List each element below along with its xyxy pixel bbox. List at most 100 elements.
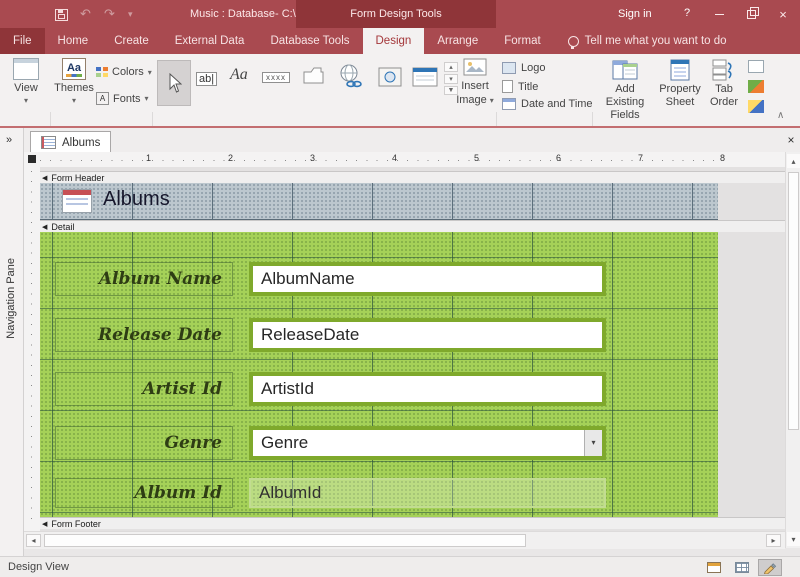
field-label-genre[interactable]: Genre xyxy=(55,426,233,460)
detail-section-label: Detail xyxy=(51,222,74,232)
fonts-button[interactable]: A Fonts ▾ xyxy=(96,92,149,105)
insert-image-button[interactable]: Insert Image ▾ xyxy=(458,58,492,106)
nav-pane-label: Navigation Pane xyxy=(5,258,17,339)
field-textbox-album-id[interactable]: AlbumId xyxy=(249,478,606,508)
ribbon: View ▾ Views Aa Themes ▾ Colors ▾ A Font… xyxy=(0,54,800,126)
restore-button[interactable] xyxy=(738,0,764,28)
vertical-scrollbar[interactable]: ▴ ▾ xyxy=(785,152,800,548)
document-tab-albums[interactable]: Albums xyxy=(30,131,111,153)
section-marker-icon: ◀ xyxy=(42,223,47,231)
logo-button[interactable]: Logo xyxy=(502,62,545,74)
collapse-ribbon-button[interactable]: ∧ xyxy=(777,110,784,121)
tell-me-box[interactable]: Tell me what you want to do xyxy=(554,28,727,54)
view-code-icon[interactable] xyxy=(748,100,764,113)
web-browser-control-button[interactable] xyxy=(412,67,438,87)
controls-scroll-up[interactable]: ▴ xyxy=(444,62,458,72)
sign-in-button[interactable]: Sign in xyxy=(618,8,652,20)
ruler-number: 6 xyxy=(556,153,561,163)
view-button[interactable]: View ▾ xyxy=(8,58,44,105)
datasheet-view-icon xyxy=(735,562,749,573)
tab-arrange[interactable]: Arrange xyxy=(424,28,491,54)
convert-macros-icon[interactable] xyxy=(748,80,764,93)
insert-image-label-1: Insert xyxy=(461,80,489,92)
minimize-button[interactable] xyxy=(706,0,732,28)
redo-icon[interactable]: ↷ xyxy=(104,6,115,22)
contextual-tab-label: Form Design Tools xyxy=(350,8,442,20)
save-icon[interactable] xyxy=(55,9,68,21)
form-view-button[interactable] xyxy=(702,559,726,576)
button-control-button[interactable]: xxxx xyxy=(262,72,290,83)
tab-order-label: Tab Order xyxy=(710,83,738,109)
horizontal-scrollbar-thumb[interactable] xyxy=(44,534,526,547)
combo-value: Genre xyxy=(261,433,308,452)
subform-icon[interactable] xyxy=(748,60,764,73)
title-button[interactable]: Title xyxy=(502,80,538,93)
form-selector-box[interactable] xyxy=(28,155,36,163)
design-view-button[interactable] xyxy=(758,559,782,576)
close-button[interactable]: × xyxy=(770,0,796,28)
tab-order-button[interactable]: Tab Order xyxy=(706,59,742,109)
fonts-icon: A xyxy=(96,92,109,105)
field-label-release-date[interactable]: Release Date xyxy=(55,318,233,352)
field-combobox-genre[interactable]: Genre ▾ xyxy=(249,426,606,460)
tab-design[interactable]: Design xyxy=(363,28,425,54)
property-sheet-label: Property Sheet xyxy=(659,83,701,109)
date-time-button[interactable]: Date and Time xyxy=(502,98,593,110)
themes-dropdown-icon: ▾ xyxy=(72,96,76,105)
help-icon[interactable]: ? xyxy=(684,7,690,19)
field-label-artist-id[interactable]: Artist Id xyxy=(55,372,233,406)
combo-dropdown-icon[interactable]: ▾ xyxy=(584,430,602,456)
datasheet-view-button[interactable] xyxy=(730,559,754,576)
cursor-icon xyxy=(166,73,182,93)
text-box-control-button[interactable]: ab| xyxy=(196,72,217,86)
field-textbox-release-date[interactable]: ReleaseDate xyxy=(249,318,606,352)
colors-button[interactable]: Colors ▾ xyxy=(96,66,152,78)
scroll-right-icon[interactable]: ▸ xyxy=(766,534,781,547)
field-label-album-id[interactable]: Album Id xyxy=(55,478,233,508)
document-close-icon[interactable]: × xyxy=(783,131,799,149)
frame-icon xyxy=(378,67,402,87)
lightbulb-icon xyxy=(568,36,579,47)
controls-scroll-down[interactable]: ▾ xyxy=(444,74,458,84)
hyperlink-control-button[interactable] xyxy=(338,63,364,89)
qat-customize-icon[interactable]: ▾ xyxy=(128,9,133,20)
scroll-up-icon[interactable]: ▴ xyxy=(787,154,800,168)
select-tool-button[interactable] xyxy=(157,60,191,106)
section-marker-icon: ◀ xyxy=(42,174,47,182)
property-sheet-button[interactable]: Property Sheet xyxy=(656,59,704,109)
detail-section-bar[interactable]: ◀ Detail xyxy=(40,220,785,232)
globe-link-icon xyxy=(338,63,364,89)
property-sheet-icon xyxy=(670,59,690,81)
horizontal-scrollbar[interactable]: ◂ ▸ xyxy=(24,531,785,549)
form-title-label[interactable]: Albums xyxy=(103,188,170,211)
tell-me-label: Tell me what you want to do xyxy=(585,35,727,47)
image-frame-control-button[interactable] xyxy=(378,67,402,87)
undo-icon[interactable]: ↶ xyxy=(80,6,91,22)
tab-file[interactable]: File xyxy=(0,28,45,54)
field-textbox-artist-id[interactable]: ArtistId xyxy=(249,372,606,406)
tab-control-button[interactable] xyxy=(302,66,324,85)
scroll-down-icon[interactable]: ▾ xyxy=(787,532,800,546)
title-bar: ↶ ↷ ▾ Music : Database- C:\Users\Fred\Do… xyxy=(0,0,800,28)
controls-scroll-column: ▴ ▾ ▼ xyxy=(444,62,458,95)
ruler-number: 7 xyxy=(638,153,643,163)
navigation-pane-collapsed[interactable]: » Navigation Pane xyxy=(0,128,24,556)
form-footer-section-bar[interactable]: ◀ Form Footer xyxy=(40,517,785,529)
tab-database-tools[interactable]: Database Tools xyxy=(257,28,362,54)
tab-order-icon xyxy=(712,59,736,81)
label-control-button[interactable]: Aa xyxy=(230,66,248,84)
ruler-ticks xyxy=(40,160,718,161)
tab-format[interactable]: Format xyxy=(491,28,553,54)
add-existing-fields-button[interactable]: Add Existing Fields xyxy=(597,59,653,122)
nav-pane-expand-icon[interactable]: » xyxy=(6,134,12,146)
field-textbox-album-name[interactable]: AlbumName xyxy=(249,262,606,296)
tab-external-data[interactable]: External Data xyxy=(162,28,258,54)
themes-button[interactable]: Aa Themes ▾ xyxy=(56,58,92,105)
tab-create[interactable]: Create xyxy=(101,28,162,54)
vertical-scrollbar-thumb[interactable] xyxy=(788,172,799,430)
field-label-album-name[interactable]: Album Name xyxy=(55,262,233,296)
tab-home[interactable]: Home xyxy=(45,28,102,54)
form-header-section-bar[interactable]: ◀ Form Header xyxy=(40,171,785,183)
scroll-left-icon[interactable]: ◂ xyxy=(26,534,41,547)
form-logo-image-control[interactable] xyxy=(62,189,92,213)
